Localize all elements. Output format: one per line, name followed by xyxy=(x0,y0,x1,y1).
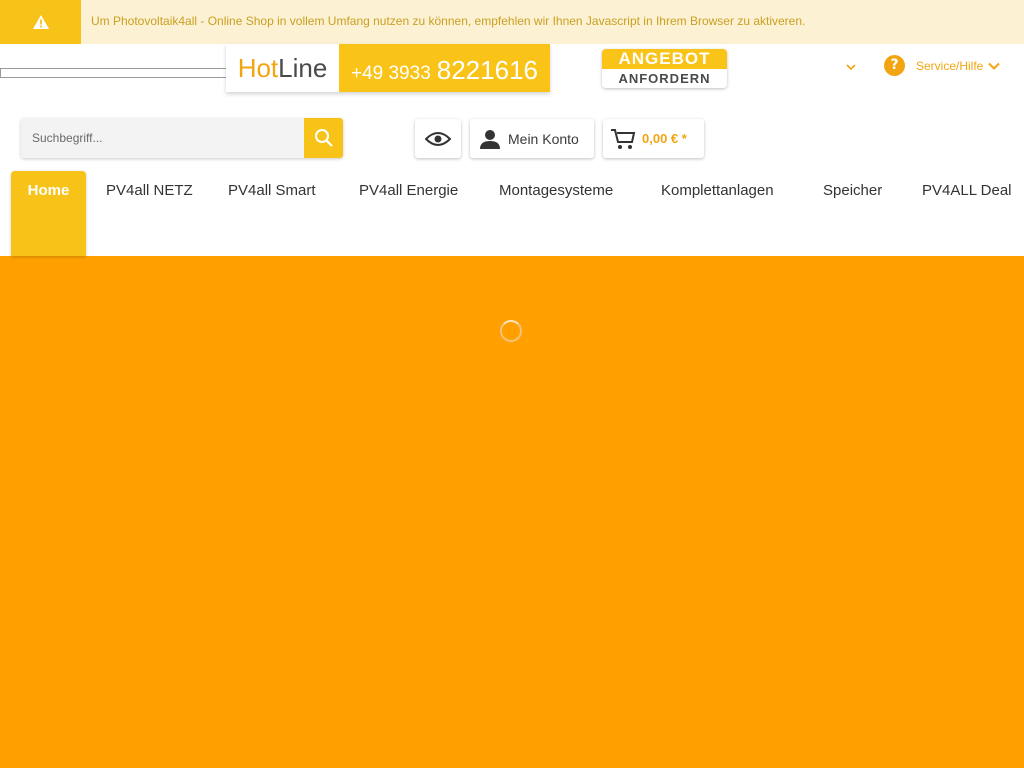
user-icon xyxy=(480,129,500,149)
nav-item-pv4all-netz[interactable]: PV4all NETZ xyxy=(106,182,193,199)
cart-button[interactable]: 0,00 € * xyxy=(603,119,704,158)
account-label: Mein Konto xyxy=(508,130,579,147)
hotline-label: Hot Line xyxy=(226,44,339,92)
main-navigation: Home PV4all NETZ PV4all Smart PV4all Ene… xyxy=(0,171,1024,256)
search-form xyxy=(21,118,343,158)
chevron-down-icon[interactable] xyxy=(843,59,859,75)
hotline-banner[interactable]: Hot Line +49 3933 8221616 xyxy=(226,44,550,92)
angebot-anfordern-button[interactable]: ANGEBOT ANFORDERN xyxy=(602,49,727,88)
account-button[interactable]: Mein Konto xyxy=(470,119,594,158)
search-input[interactable] xyxy=(21,118,304,158)
nav-item-label: Home xyxy=(27,182,70,199)
javascript-notice: Um Photovoltaik4all - Online Shop in vol… xyxy=(0,0,1024,44)
hotline-prefix: +49 3933 xyxy=(350,63,431,84)
nav-item-pv4all-energie[interactable]: PV4all Energie xyxy=(359,182,458,199)
chevron-down-icon xyxy=(988,62,1001,70)
loading-spinner-icon xyxy=(500,320,522,342)
hotline-number[interactable]: +49 3933 8221616 xyxy=(339,44,550,92)
nav-item-pv4all-deal[interactable]: PV4ALL Deal xyxy=(922,182,1012,199)
nav-item-komplettanlagen[interactable]: Komplettanlagen xyxy=(661,182,774,199)
question-icon: ? xyxy=(884,55,905,76)
angebot-line1: ANGEBOT xyxy=(602,49,727,69)
search-icon xyxy=(314,129,333,147)
notice-text: Um Photovoltaik4all - Online Shop in vol… xyxy=(91,14,806,28)
hotline-label-hot: Hot xyxy=(237,52,279,83)
service-hilfe-menu[interactable]: ? Service/Hilfe xyxy=(884,55,1001,76)
nav-item-speicher[interactable]: Speicher xyxy=(823,182,882,199)
warning-icon xyxy=(0,0,81,44)
hotline-main-number: 8221616 xyxy=(436,55,538,85)
recently-viewed-button[interactable] xyxy=(415,119,461,158)
cart-total: 0,00 € * xyxy=(642,131,687,146)
hotline-label-line: Line xyxy=(278,52,328,83)
nav-item-montagesysteme[interactable]: Montagesysteme xyxy=(499,182,613,199)
eye-icon xyxy=(425,131,451,146)
nav-item-pv4all-smart[interactable]: PV4all Smart xyxy=(228,182,316,199)
site-header: Hot Line +49 3933 8221616 ANGEBOT ANFORDE… xyxy=(0,44,1024,256)
nav-item-home[interactable]: Home xyxy=(11,171,86,256)
search-button[interactable] xyxy=(304,118,343,158)
service-hilfe-label: Service/Hilfe xyxy=(916,58,984,73)
cart-icon xyxy=(611,128,636,149)
angebot-line2: ANFORDERN xyxy=(602,69,727,88)
